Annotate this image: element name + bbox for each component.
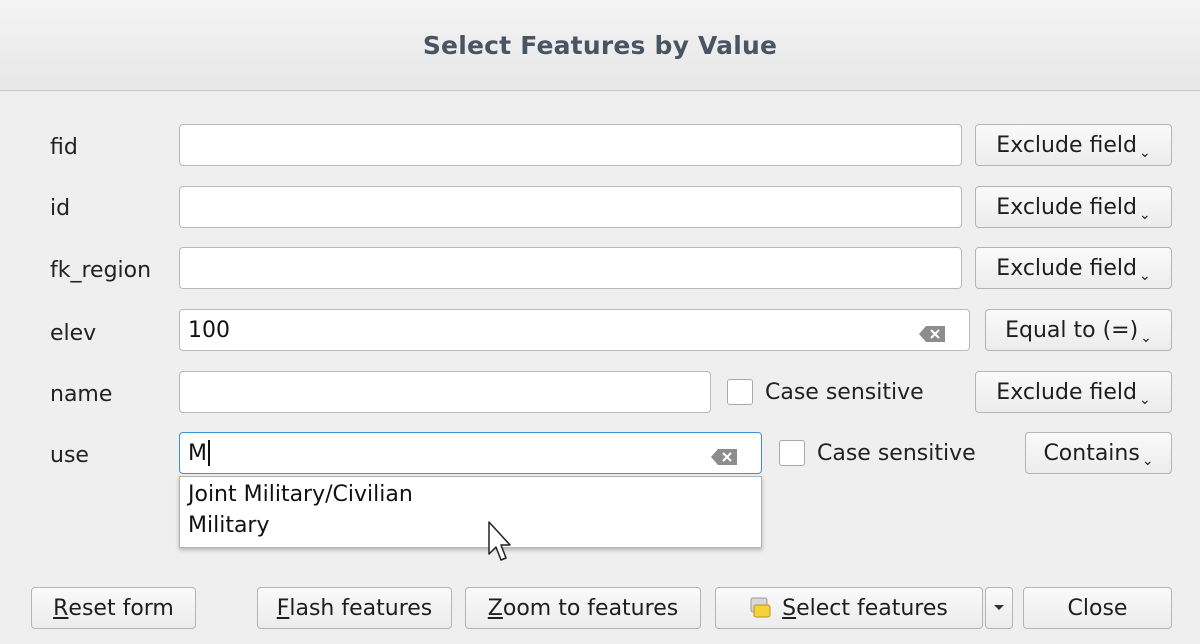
select-features-icon bbox=[750, 597, 772, 619]
id-input[interactable] bbox=[179, 186, 962, 228]
select-features-button[interactable]: Select features bbox=[715, 587, 983, 629]
autocomplete-item[interactable]: Joint Military/Civilian bbox=[188, 482, 413, 508]
name-case-sensitive-checkbox[interactable] bbox=[727, 379, 753, 405]
name-case-sensitive-label: Case sensitive bbox=[765, 380, 924, 405]
reset-form-button[interactable]: Reset form bbox=[31, 587, 196, 629]
text-caret bbox=[207, 440, 210, 466]
dialog-titlebar: Select Features by Value bbox=[0, 0, 1200, 91]
field-label-elev: elev bbox=[50, 321, 97, 346]
field-label-fk-region: fk_region bbox=[50, 258, 152, 283]
use-case-sensitive-checkbox[interactable] bbox=[779, 440, 805, 466]
autocomplete-item[interactable]: Military bbox=[188, 513, 270, 539]
use-case-sensitive-label: Case sensitive bbox=[817, 441, 976, 466]
clear-text-icon[interactable] bbox=[711, 446, 737, 465]
elev-operator-button[interactable]: Equal to (=) ⌄ bbox=[985, 309, 1172, 351]
fid-operator-button[interactable]: Exclude field ⌄ bbox=[975, 124, 1172, 166]
zoom-to-features-button[interactable]: Zoom to features bbox=[465, 587, 701, 629]
id-operator-button[interactable]: Exclude field ⌄ bbox=[975, 186, 1172, 228]
clear-text-icon[interactable] bbox=[919, 323, 945, 342]
field-label-use: use bbox=[50, 443, 89, 468]
elev-input[interactable]: 100 bbox=[179, 309, 970, 351]
select-features-dropdown-button[interactable] bbox=[985, 587, 1013, 629]
field-label-id: id bbox=[50, 196, 71, 221]
use-operator-button[interactable]: Contains ⌄ bbox=[1025, 432, 1172, 474]
dialog-title: Select Features by Value bbox=[422, 30, 778, 60]
use-input[interactable]: M bbox=[179, 432, 762, 474]
fid-input[interactable] bbox=[179, 124, 962, 166]
flash-features-button[interactable]: Flash features bbox=[257, 587, 452, 629]
field-label-fid: fid bbox=[50, 135, 78, 160]
name-operator-button[interactable]: Exclude field ⌄ bbox=[975, 371, 1172, 413]
fk-region-input[interactable] bbox=[179, 247, 962, 289]
autocomplete-popup: Joint Military/Civilian Military bbox=[179, 476, 762, 548]
fk-region-operator-button[interactable]: Exclude field ⌄ bbox=[975, 247, 1172, 289]
mouse-pointer-icon bbox=[487, 520, 511, 568]
name-input[interactable] bbox=[179, 371, 711, 413]
close-button[interactable]: Close bbox=[1023, 587, 1172, 629]
chevron-down-icon bbox=[994, 605, 1004, 610]
field-label-name: name bbox=[50, 382, 113, 407]
